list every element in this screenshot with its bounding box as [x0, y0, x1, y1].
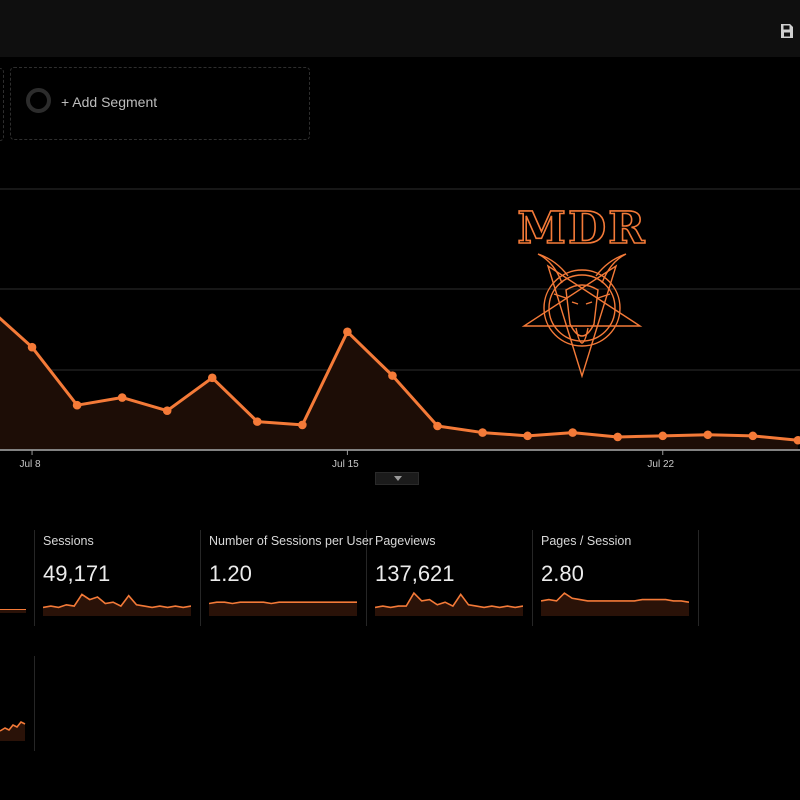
sparkline: [209, 601, 357, 616]
metric-name: Pages / Session: [541, 534, 632, 548]
data-point: [613, 432, 622, 442]
metric-sessions[interactable]: Sessions 49,171: [35, 530, 201, 626]
metric-users-partial[interactable]: [0, 530, 35, 626]
x-tick-label: Jul 15: [332, 459, 359, 470]
mdr-goat-pentagram-logo: MDR: [516, 202, 646, 378]
all-users-segment[interactable]: [0, 68, 4, 141]
sparkline: [0, 609, 26, 613]
metric-pageviews[interactable]: Pageviews 137,621: [367, 530, 533, 626]
metric-name: Sessions: [43, 534, 94, 548]
metric-value: 137,621: [375, 561, 455, 586]
data-point: [388, 371, 397, 380]
sparkline-area: [541, 593, 689, 616]
data-point: [207, 373, 217, 383]
data-point: [703, 430, 713, 440]
metric-value: 49,171: [43, 561, 111, 586]
metric-name: Number of Sessions per User: [209, 534, 373, 548]
svg-text:MDR: MDR: [517, 203, 646, 254]
sparkline: [541, 592, 689, 616]
metric-row2-partial[interactable]: [0, 656, 35, 751]
data-point: [523, 431, 532, 441]
data-point: [568, 428, 577, 437]
chart-collapse-handle[interactable]: [375, 472, 419, 485]
data-point: [162, 406, 172, 415]
metric-value: 2.80: [541, 561, 584, 586]
sparkline: [43, 593, 191, 616]
sparkline: [0, 720, 26, 741]
data-point: [298, 420, 307, 430]
data-point: [117, 393, 127, 402]
x-tick-label: Jul 8: [19, 459, 41, 470]
add-segment-label: + Add Segment: [61, 94, 158, 110]
data-point: [433, 421, 442, 431]
x-tick-label: Jul 22: [647, 459, 674, 470]
segment-ring-icon: [26, 88, 51, 113]
sparkline-area: [209, 602, 357, 616]
area-fill: [0, 318, 798, 449]
metric-value: 1.20: [209, 561, 252, 586]
data-point: [748, 431, 758, 441]
floppy-disk-icon[interactable]: [780, 23, 794, 39]
metric-pages-per-session[interactable]: Pages / Session 2.80: [533, 530, 699, 626]
sessions-line-chart: Jul 8 Jul 15 Jul 22: [0, 188, 800, 470]
data-point: [72, 400, 82, 410]
add-segment-button[interactable]: + Add Segment: [10, 67, 310, 140]
data-point: [658, 431, 668, 441]
data-point: [27, 342, 37, 352]
data-point: [343, 327, 352, 337]
data-point: [478, 428, 487, 437]
data-point: [252, 417, 262, 426]
sparkline: [375, 591, 523, 616]
metric-name: Pageviews: [375, 534, 436, 548]
metric-sessions-per-user[interactable]: Number of Sessions per User 1.20: [201, 530, 373, 626]
chevron-down-icon: [394, 476, 402, 481]
top-bar: [0, 0, 800, 57]
